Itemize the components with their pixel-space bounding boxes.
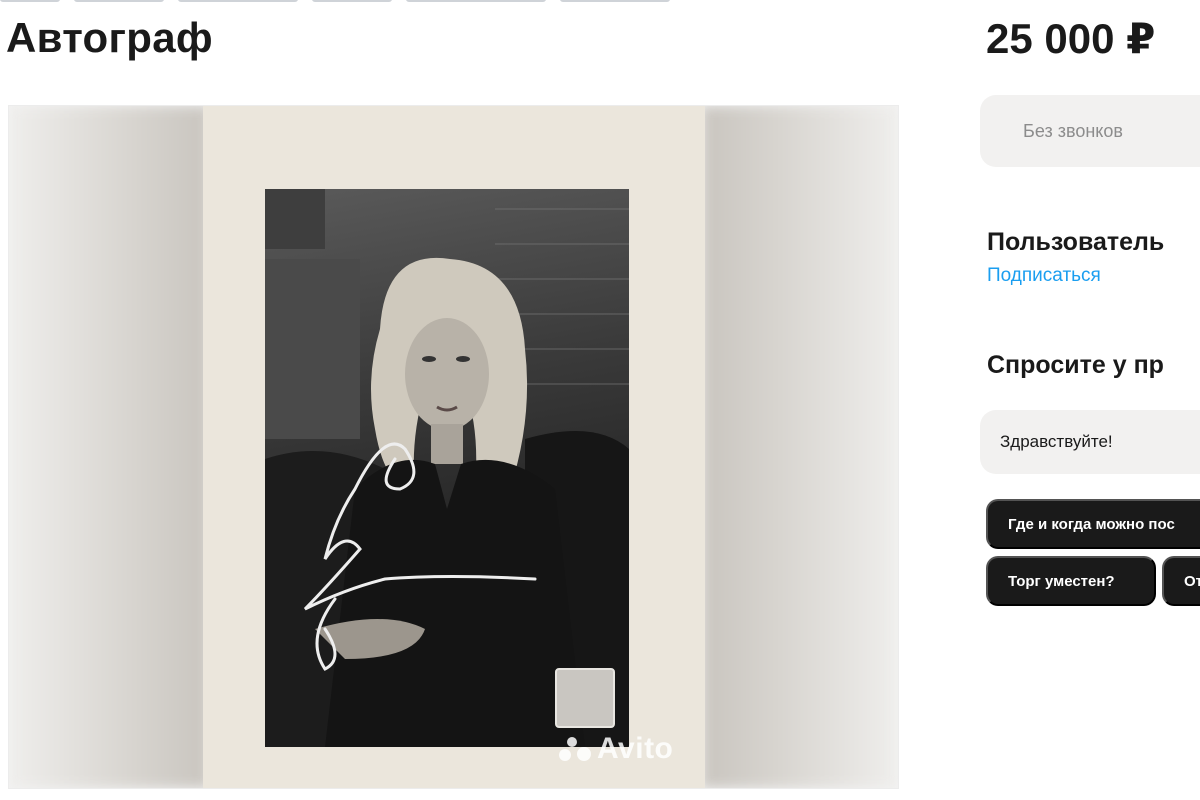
quick-question-bargain[interactable]: Торг уместен? [986,556,1156,606]
message-input[interactable] [980,410,1200,474]
autographed-photo [265,189,629,747]
gallery-blur-left [9,106,209,788]
quick-question-other[interactable]: От [1162,556,1200,606]
subscribe-link[interactable]: Подписаться [987,265,1101,287]
no-calls-button[interactable]: Без звонков [980,95,1200,167]
breadcrumb[interactable] [0,0,700,4]
authenticity-sticker [555,668,615,728]
gallery-blur-right [702,106,898,788]
watermark-text: Avito [597,732,674,765]
avito-logo-icon [559,735,593,763]
quick-question-where-when[interactable]: Где и когда можно пос [986,499,1200,549]
ask-seller-title: Спросите у пр [987,351,1164,379]
seller-name[interactable]: Пользователь [987,228,1164,257]
listing-price: 25 000 ₽ [986,15,1156,62]
photo-gallery[interactable]: Avito [8,105,899,789]
avito-watermark: Avito [559,732,673,766]
listing-title: Автограф [6,14,213,61]
